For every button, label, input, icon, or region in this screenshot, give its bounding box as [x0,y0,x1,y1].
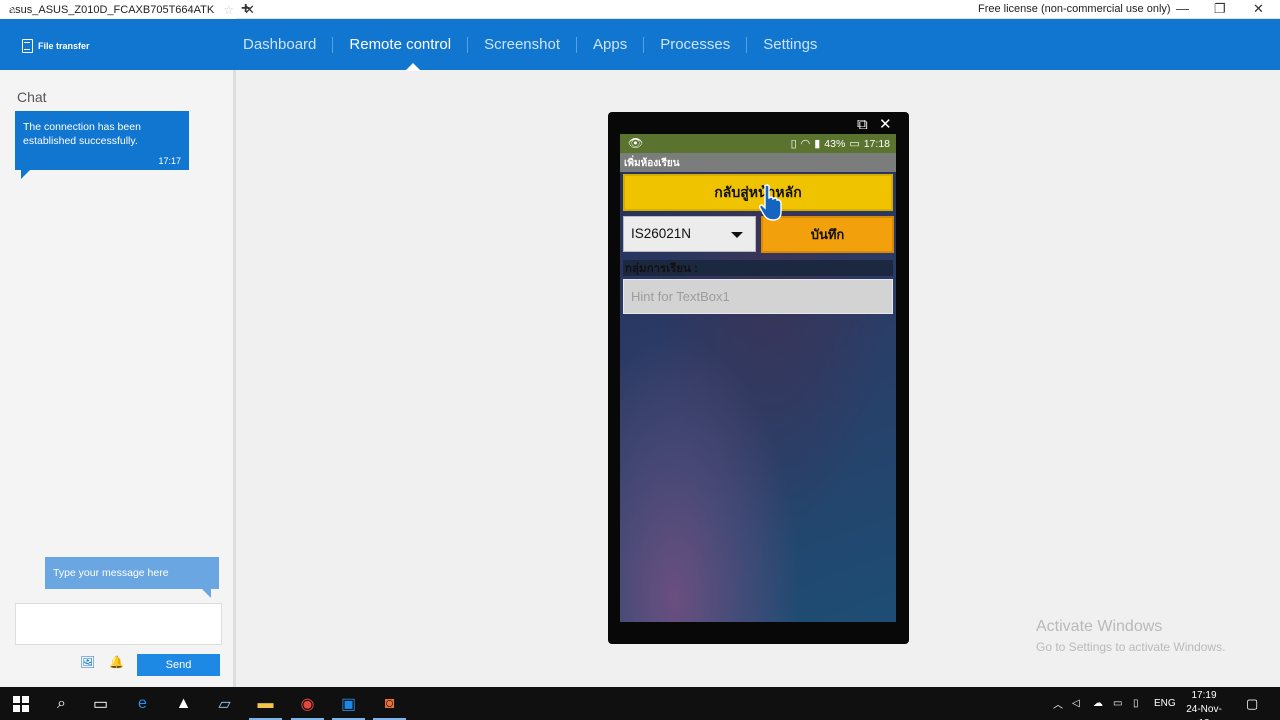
tab-processes[interactable]: Processes [643,36,746,53]
device-screen[interactable]: 👁 ▯ ◠ ▮ 43% ▭ 17:18 เพิ่มห้องเรียน กลับส… [620,134,896,622]
tab-title: asus_ASUS_Z010D_FCAXB705T664ATK [9,3,215,16]
hand-cursor-icon [759,184,782,221]
photos-icon[interactable]: ▲ [163,687,204,720]
screenshot-send-icon[interactable]: 🖼 [80,655,95,669]
minimize-icon[interactable]: — [1176,1,1189,16]
chat-title: Chat [17,89,47,105]
group-label: กลุ่มการเรียน : [623,260,893,276]
class-spinner[interactable]: IS26021N [623,216,756,252]
chat-message-text: The connection has been established succ… [23,121,141,147]
tray-extra-icon[interactable]: ▯ [1133,687,1139,720]
close-device-icon[interactable]: ✕ [879,116,892,134]
browser-titlebar: asus_ASUS_Z010D_FCAXB705T664ATK ☆ ✕ + Fr… [0,0,1280,19]
activate-line1: Activate Windows [1036,618,1163,635]
back-to-home-button[interactable]: กลับสู่หน้าหลัก [623,174,893,211]
vibrate-icon: ▯ [790,138,797,150]
device-app-title: เพิ่มห้องเรียน [620,153,896,172]
wifi-icon: ◠ [800,138,811,150]
notifications-icon[interactable]: ▢ [1246,687,1258,720]
recorder-icon[interactable]: ◙ [369,687,410,720]
clock-time: 17:19 [1191,690,1217,701]
restore-icon[interactable]: ❐ [1214,1,1226,17]
new-tab-icon[interactable]: + [241,0,250,18]
language-indicator[interactable]: ENG [1154,687,1176,720]
network-icon[interactable]: ☁ [1093,687,1103,720]
main-navbar: File transfer Dashboard Remote control S… [0,19,1280,70]
message-hint: Type your message here [45,557,219,598]
clock-date: 24-Nov-18 [1186,704,1222,720]
chat-message: The connection has been established succ… [15,111,189,179]
tab-dashboard[interactable]: Dashboard [227,36,332,53]
file-transfer-label: File transfer [38,41,90,51]
license-text: Free license (non-commercial use only) [978,3,1171,15]
chrome-icon[interactable]: ◉ [287,687,328,720]
start-icon[interactable] [0,687,41,720]
teamviewer-icon[interactable]: ▣ [328,687,369,720]
file-transfer-button[interactable]: File transfer [22,39,90,53]
browser-tab[interactable]: asus_ASUS_Z010D_FCAXB705T664ATK ☆ ✕ [0,0,255,19]
sim-icon: ▮ [814,138,821,150]
edge-icon[interactable]: e [122,687,163,720]
activate-windows-watermark: Activate Windows Go to Settings to activ… [1036,618,1225,654]
battery-icon: ▭ [849,138,860,150]
star-icon[interactable]: ☆ [223,3,234,17]
device-time: 17:18 [863,137,890,150]
message-input[interactable] [15,603,222,645]
chat-sidebar: Chat The connection has been established… [0,70,236,687]
dropdown-arrow-icon [731,232,743,238]
textbox-1[interactable]: Hint for TextBox1 [623,279,893,314]
tray-chevron-icon[interactable]: ︿ [1053,687,1063,720]
tab-remote-control[interactable]: Remote control [332,36,467,53]
volume-icon[interactable]: ◁ [1072,687,1080,720]
status-icons: ▯ ◠ ▮ 43% ▭ 17:18 [790,137,890,151]
battery-percent: 43% [824,137,846,150]
notepad-icon[interactable]: ▱ [204,687,245,720]
document-icon [22,39,33,53]
nav-tabs: Dashboard Remote control Screenshot Apps… [227,19,833,70]
popout-icon[interactable]: ⧉ [857,116,868,134]
eye-icon: 👁 [628,136,648,150]
tab-apps[interactable]: Apps [576,36,643,53]
task-view-icon[interactable]: ▭ [80,687,121,720]
battery-tray-icon[interactable]: ▭ [1113,687,1122,720]
file-explorer-icon[interactable]: ▬ [245,687,286,720]
taskbar-clock[interactable]: 17:19 24-Nov-18 [1182,689,1226,720]
notification-icon[interactable]: 🔔 [109,655,124,669]
close-window-icon[interactable]: ✕ [1253,1,1264,17]
chat-message-time: 17:17 [158,156,181,166]
windows-taskbar: ⌕ ▭ e ▲ ▱ ▬ ◉ ▣ ◙ ︿ ◁ ☁ ▭ ▯ ENG 17:19 24… [0,687,1280,720]
spinner-value: IS26021N [631,226,692,241]
active-tab-indicator [405,63,421,71]
device-statusbar: 👁 ▯ ◠ ▮ 43% ▭ 17:18 [620,134,896,153]
send-button[interactable]: Send [137,654,220,676]
tab-screenshot[interactable]: Screenshot [467,36,576,53]
activate-line2: Go to Settings to activate Windows. [1036,640,1226,654]
tab-settings[interactable]: Settings [746,36,833,53]
search-icon[interactable]: ⌕ [41,687,82,720]
